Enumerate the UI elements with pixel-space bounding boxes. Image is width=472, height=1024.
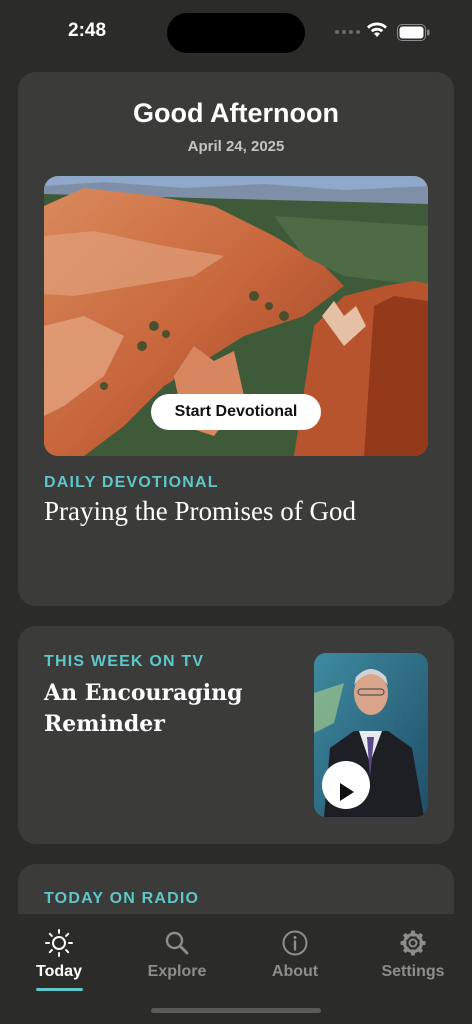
search-icon [165,931,189,955]
tab-label-today: Today [36,963,82,980]
info-icon [282,930,308,956]
devotional-category-label: DAILY DEVOTIONAL [44,474,219,491]
greeting-title: Good Afternoon [133,98,339,128]
tab-settings[interactable]: Settings [363,926,463,998]
radio-category-label: TODAY ON RADIO [44,890,200,907]
tab-label-settings: Settings [381,963,445,980]
tv-thumbnail[interactable] [314,653,428,817]
tv-card[interactable]: THIS WEEK ON TV An Encouraging Reminder [18,626,454,844]
home-indicator [151,1008,321,1013]
tab-explore[interactable]: Explore [127,926,227,998]
cellular-signal-icon [335,30,360,34]
tv-title[interactable]: An Encouraging Reminder [44,678,294,740]
active-tab-indicator [36,988,83,991]
wifi-icon [367,22,387,37]
date-label: April 24, 2025 [187,138,285,155]
tv-category-label: THIS WEEK ON TV [44,653,205,670]
dynamic-island [167,13,305,53]
devotional-hero-image[interactable]: Start Devotional [44,176,428,456]
battery-icon [397,24,430,41]
devotional-card[interactable]: Good Afternoon April 24, 2025 Start Devo… [18,72,454,606]
sun-icon [45,929,73,957]
status-bar: 2:48 [0,0,472,64]
tab-label-about: About [271,963,319,980]
devotional-title[interactable]: Praying the Promises of God [44,496,424,527]
gear-icon [400,930,426,956]
status-time: 2:48 [68,20,107,41]
play-icon [340,783,354,801]
tab-about[interactable]: About [245,926,345,998]
start-devotional-button[interactable]: Start Devotional [151,394,321,430]
play-button[interactable] [322,761,370,809]
tab-label-explore: Explore [147,963,207,980]
